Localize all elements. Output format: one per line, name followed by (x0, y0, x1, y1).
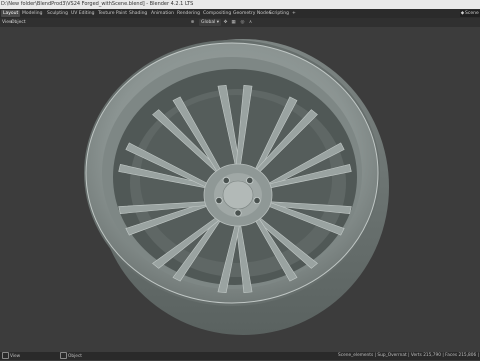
viewport-header: View Object ⊕ Global ▾ ✥ ▦ ◎ ∧ (0, 18, 480, 27)
add-workspace-button[interactable]: + (290, 10, 298, 17)
tab-scripting[interactable]: Scripting (267, 10, 291, 17)
mouse-icon (2, 352, 9, 359)
lug-hole (253, 196, 261, 205)
3d-viewport[interactable] (0, 27, 480, 352)
tab-modeling[interactable]: Modeling (20, 10, 44, 17)
workspace-tab-bar: Layout Modeling Sculpting UV Editing Tex… (0, 9, 480, 18)
lug-hole (215, 196, 223, 205)
tab-texture-paint[interactable]: Texture Paint (96, 10, 129, 17)
wheel-render (84, 39, 389, 335)
status-hint-object-label: Object (68, 354, 82, 359)
tab-uv-editing[interactable]: UV Editing (69, 10, 96, 17)
lug-hole (234, 209, 242, 217)
menu-object[interactable]: Object (11, 18, 26, 27)
lug-hole (246, 176, 254, 185)
tab-shading[interactable]: Shading (127, 10, 149, 17)
tab-compositing[interactable]: Compositing (201, 10, 233, 17)
orientation-label: Global (201, 20, 216, 25)
scene-statistics: Scene_elements | Sup_Overrnat | Verts 21… (338, 353, 480, 358)
transform-orientation-dropdown[interactable]: Global ▾ (199, 19, 222, 26)
snap-icon[interactable]: ✥ (223, 20, 228, 25)
proportional-edit-icon[interactable]: ◎ (240, 20, 245, 25)
snap-target-icon[interactable]: ▦ (231, 20, 236, 25)
tab-rendering[interactable]: Rendering (175, 10, 202, 17)
scene-selector[interactable]: ◆Scene (460, 10, 480, 17)
chevron-down-icon: ▾ (216, 20, 220, 25)
transform-pivot-icon[interactable]: ⊕ (190, 20, 195, 25)
window-title: D:\New folder\BlendProd3\VS24 Forged_wit… (1, 1, 194, 7)
status-bar: View Object Scene_elements | Sup_Overrna… (0, 352, 480, 360)
mouse-right-icon (60, 352, 67, 359)
tab-animation[interactable]: Animation (149, 10, 176, 17)
lug-hole (222, 176, 230, 185)
tab-layout[interactable]: Layout (1, 10, 21, 17)
scene-label: Scene (465, 11, 479, 16)
status-hint-view-label: View (10, 354, 21, 359)
tab-sculpting[interactable]: Sculpting (45, 10, 70, 17)
falloff-icon[interactable]: ∧ (248, 20, 253, 25)
window-title-bar: D:\New folder\BlendProd3\VS24 Forged_wit… (0, 0, 480, 9)
